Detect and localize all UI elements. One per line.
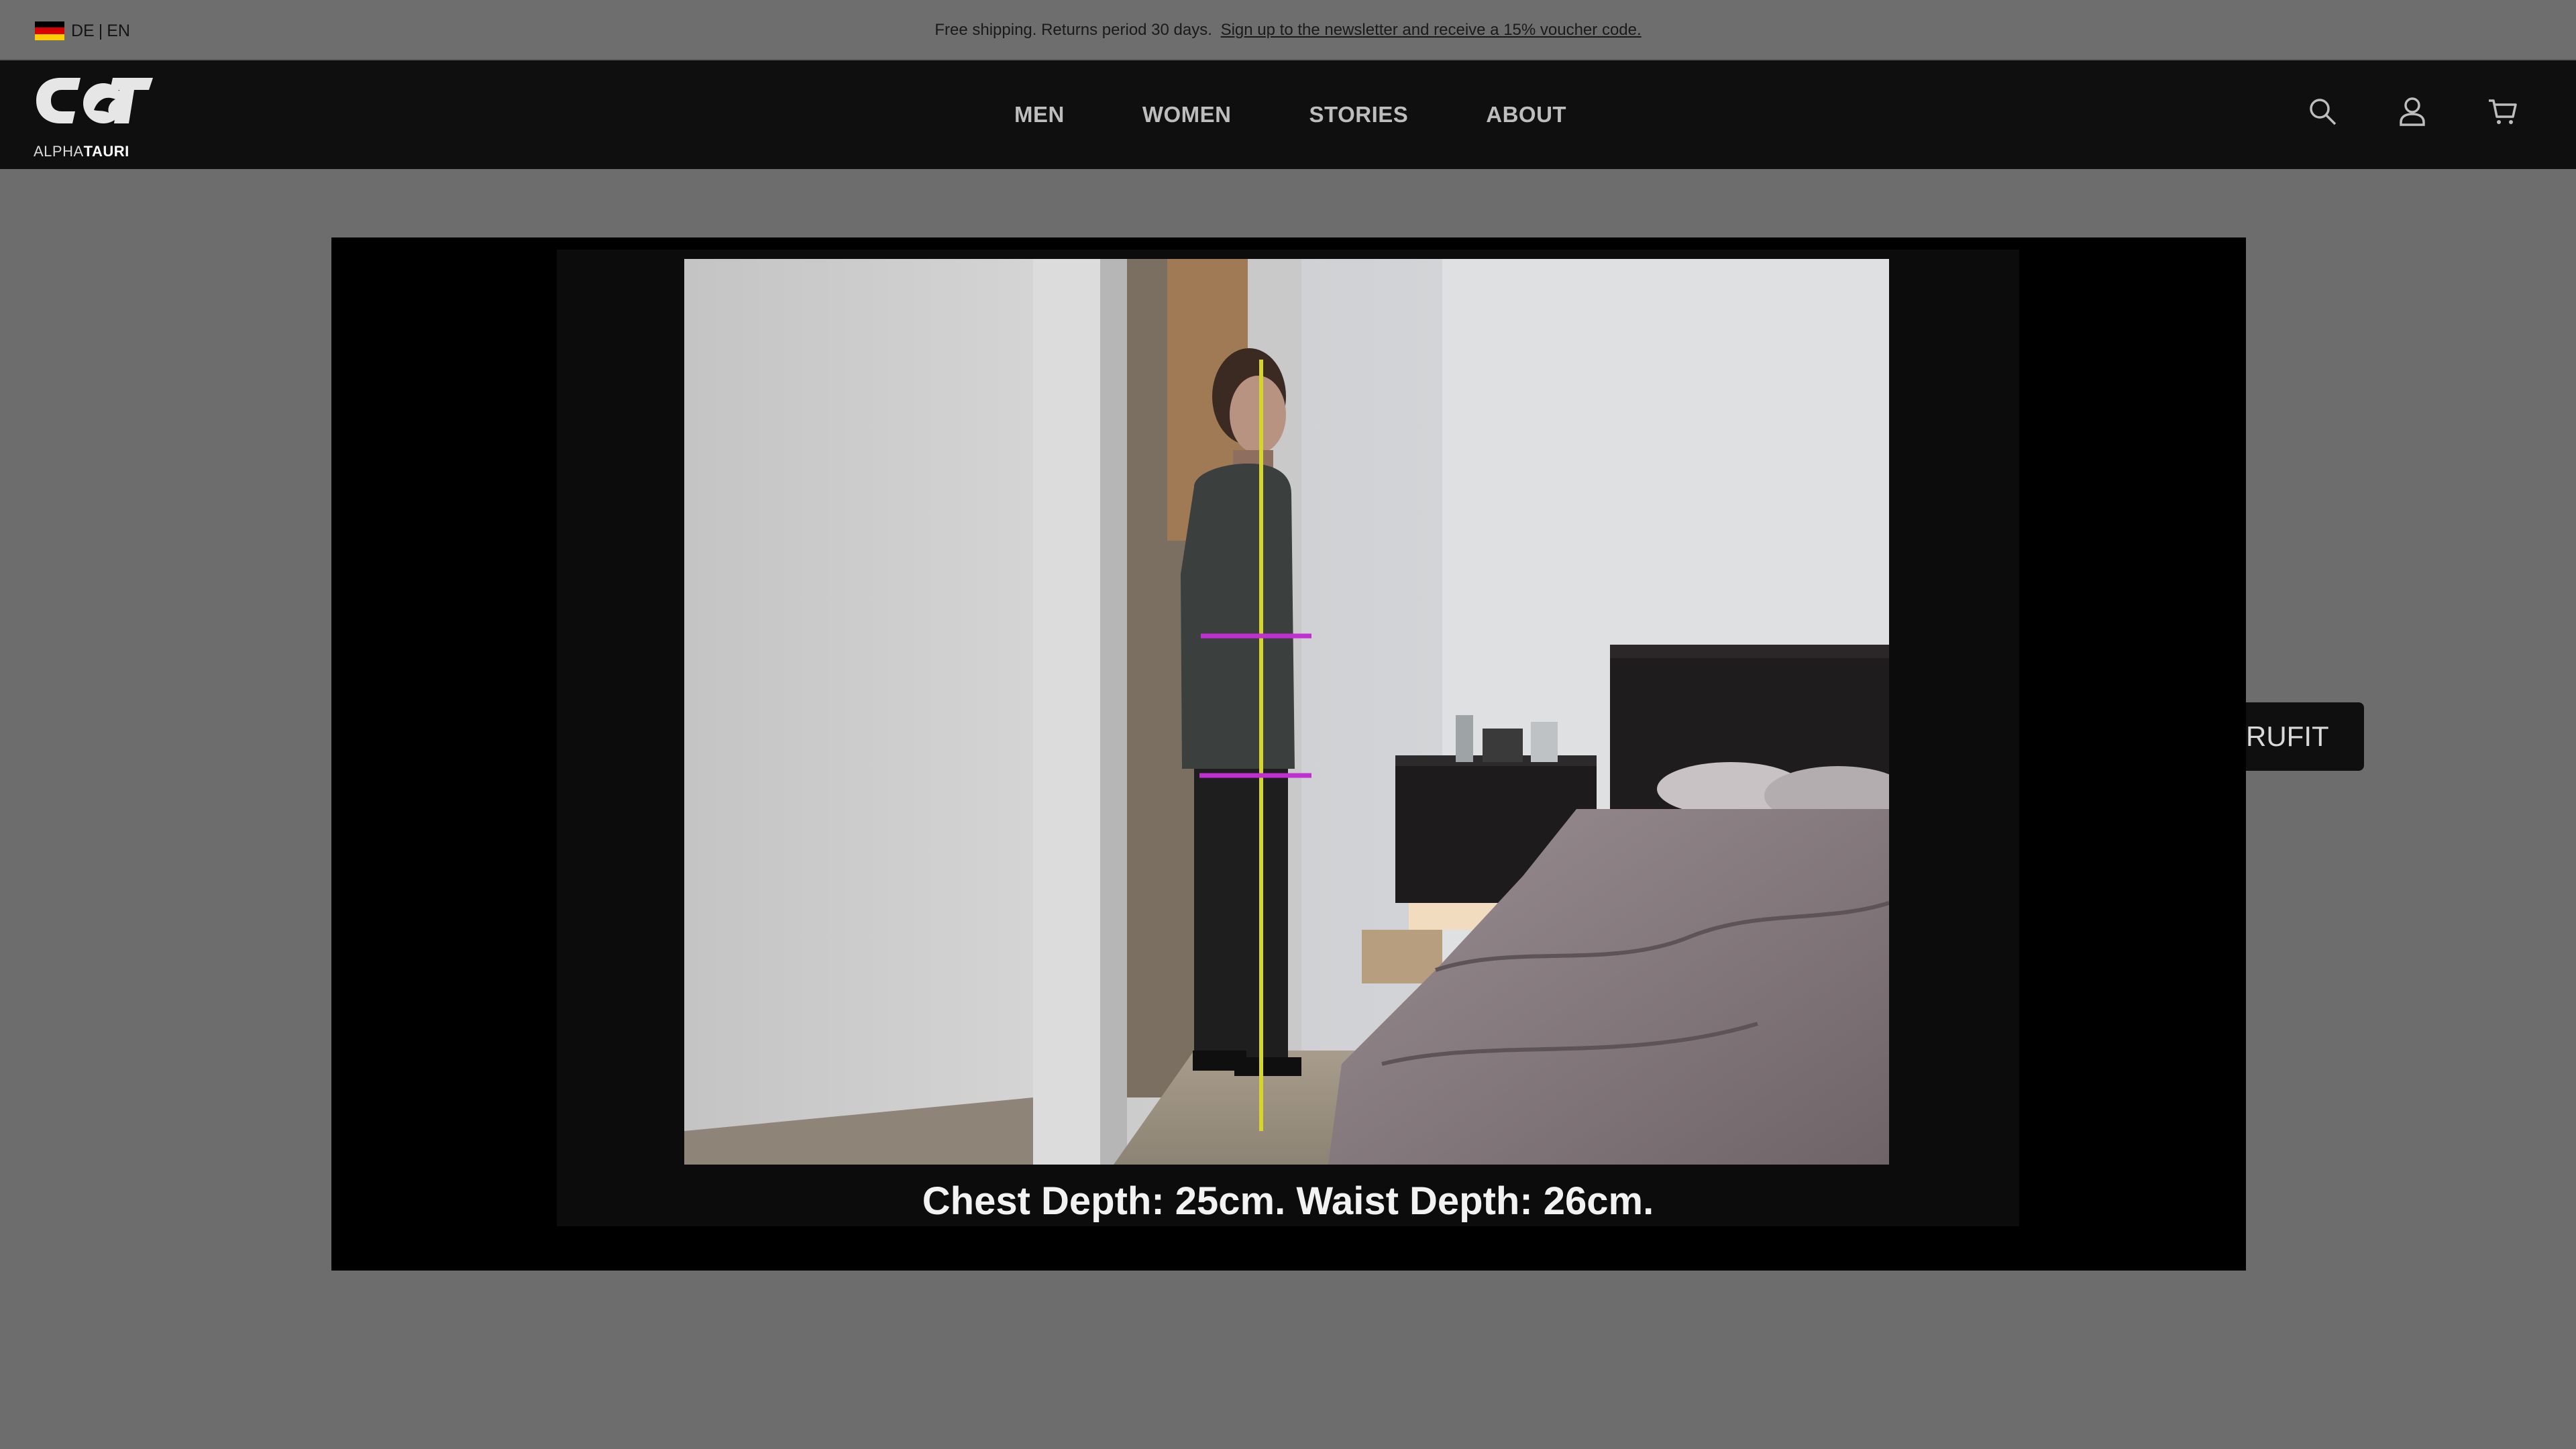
announcement-bar: DE | EN Free shipping. Returns period 30… bbox=[0, 0, 2576, 60]
nav-stories[interactable]: STORIES bbox=[1309, 102, 1409, 127]
logo-mark-icon bbox=[36, 78, 153, 123]
cart-icon[interactable] bbox=[2486, 95, 2518, 127]
announcement-text: Free shipping. Returns period 30 days. S… bbox=[0, 21, 2576, 40]
search-icon[interactable] bbox=[2306, 95, 2339, 127]
nav-about[interactable]: ABOUT bbox=[1486, 102, 1566, 127]
logo-wordmark: ALPHATAURI bbox=[34, 143, 129, 160]
fit-button-label: RUFIT bbox=[2246, 720, 2329, 752]
video-caption: Chest Depth: 25cm. Waist Depth: 26cm. bbox=[922, 1179, 1654, 1223]
nav-women[interactable]: WOMEN bbox=[1142, 102, 1232, 127]
site-header: ALPHATAURI MEN WOMEN STORIES ABOUT bbox=[0, 60, 2576, 169]
video-player[interactable]: Chest Depth: 25cm. Waist Depth: 26cm. bbox=[557, 250, 2019, 1226]
logo-word-tauri: TAURI bbox=[83, 143, 129, 160]
alphatauri-logo[interactable]: ALPHATAURI bbox=[34, 70, 154, 160]
nav-men[interactable]: MEN bbox=[1014, 102, 1065, 127]
video-frame bbox=[684, 259, 1889, 1165]
logo-word-alpha: ALPHA bbox=[34, 143, 84, 160]
room-scene-image bbox=[684, 259, 1889, 1165]
main-nav: MEN WOMEN STORIES ABOUT bbox=[1014, 102, 1566, 127]
newsletter-link[interactable]: Sign up to the newsletter and receive a … bbox=[1221, 21, 1642, 39]
account-icon[interactable] bbox=[2396, 95, 2428, 127]
video-modal[interactable]: Chest Depth: 25cm. Waist Depth: 26cm. bbox=[331, 237, 2246, 1271]
shipping-info: Free shipping. Returns period 30 days. bbox=[934, 21, 1212, 39]
